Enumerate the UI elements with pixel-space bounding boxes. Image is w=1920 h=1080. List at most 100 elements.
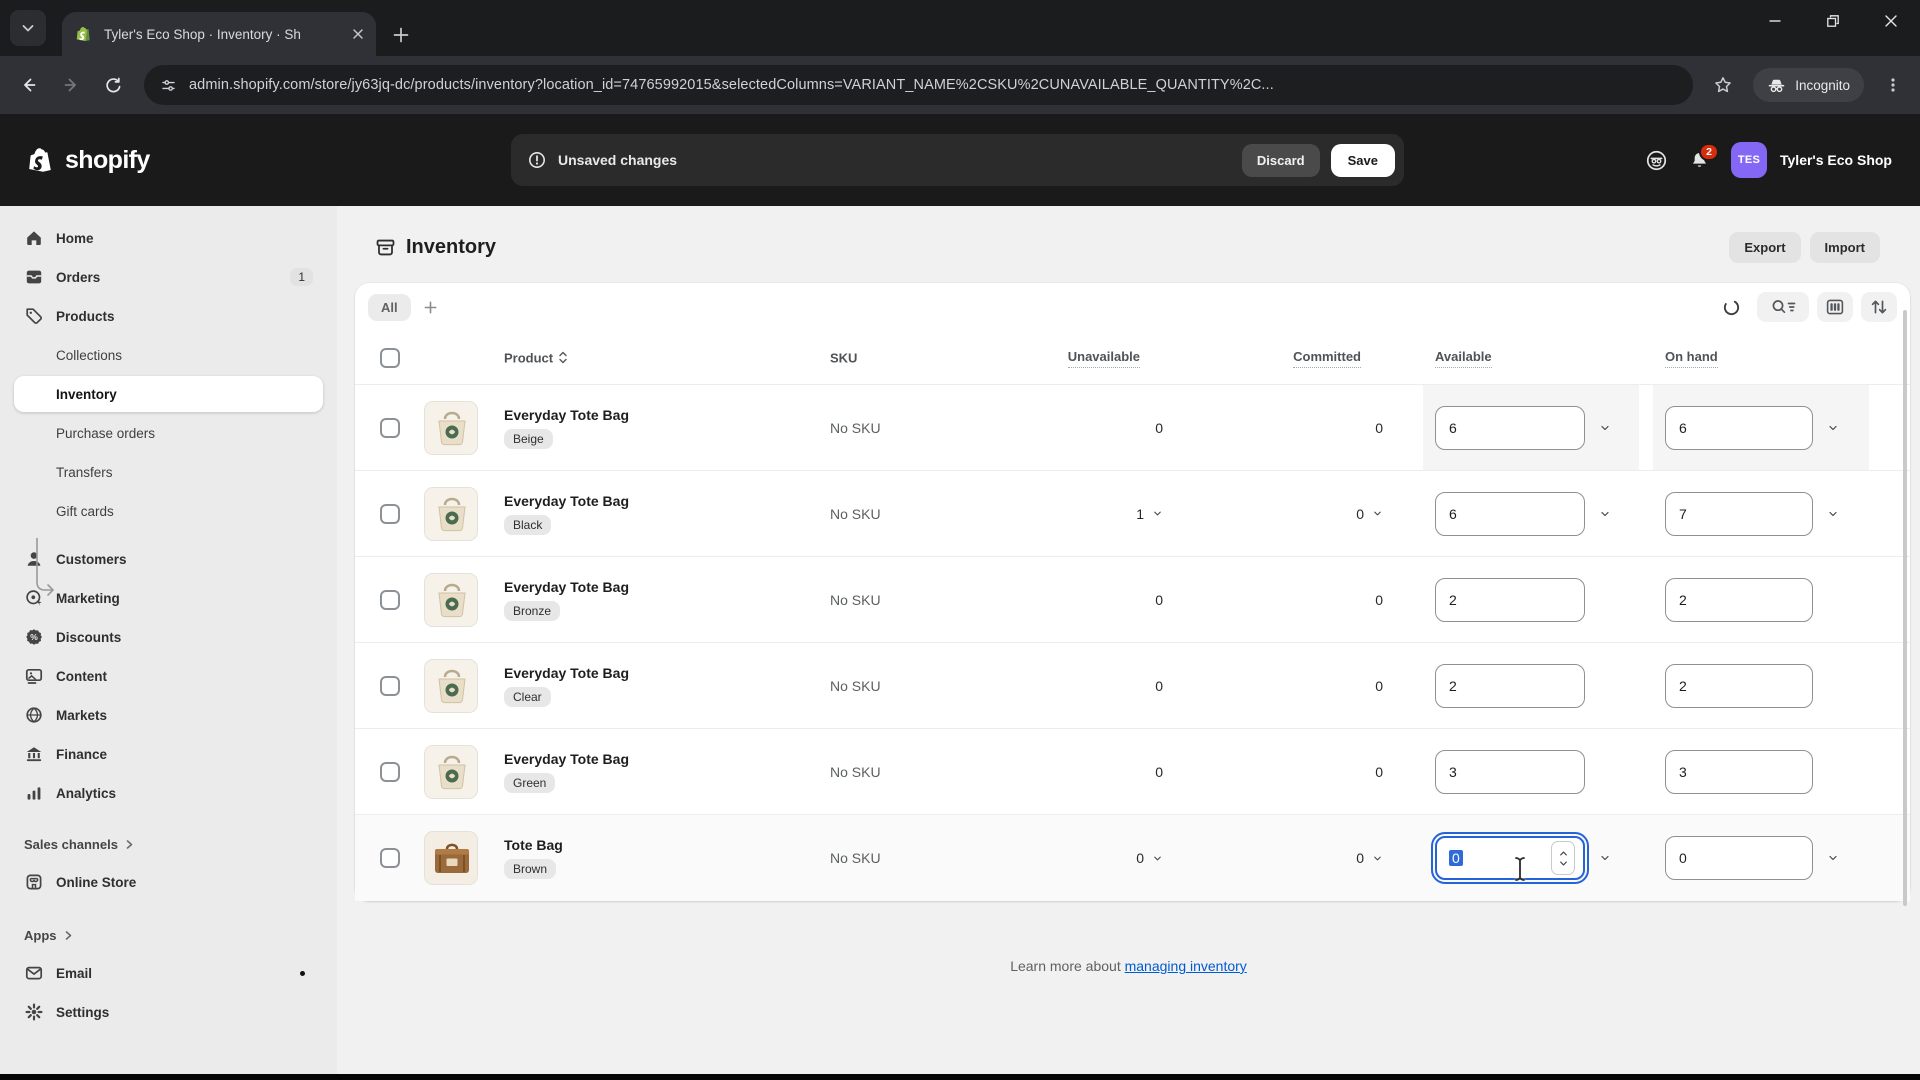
available-quantity-input[interactable]: 2 bbox=[1435, 578, 1585, 622]
sidebar-item-content[interactable]: Content bbox=[14, 658, 323, 694]
bookmark-star-icon[interactable] bbox=[1705, 67, 1741, 103]
on-hand-dropdown-icon[interactable] bbox=[1827, 508, 1839, 520]
product-name[interactable]: Everyday Tote Bag bbox=[504, 407, 804, 423]
window-minimize-button[interactable] bbox=[1746, 0, 1804, 42]
on-hand-quantity-input[interactable]: 7 bbox=[1665, 492, 1813, 536]
url-text[interactable]: admin.shopify.com/store/jy63jq-dc/produc… bbox=[189, 77, 1274, 93]
site-info-icon[interactable] bbox=[160, 77, 177, 94]
on-hand-quantity-input[interactable]: 2 bbox=[1665, 664, 1813, 708]
column-header-product[interactable]: Product bbox=[504, 350, 553, 365]
available-quantity-input[interactable]: 3 bbox=[1435, 750, 1585, 794]
tab-search-button[interactable] bbox=[10, 10, 46, 46]
committed-dropdown-icon[interactable] bbox=[1372, 853, 1383, 864]
row-checkbox[interactable] bbox=[380, 504, 400, 524]
save-button[interactable]: Save bbox=[1331, 144, 1395, 177]
product-name[interactable]: Everyday Tote Bag bbox=[504, 579, 804, 595]
sidebar-item-home[interactable]: Home bbox=[14, 220, 323, 256]
on-hand-quantity-input[interactable]: 0 bbox=[1665, 836, 1813, 880]
export-button[interactable]: Export bbox=[1729, 232, 1800, 263]
product-thumbnail[interactable] bbox=[424, 831, 478, 885]
product-name[interactable]: Tote Bag bbox=[504, 837, 804, 853]
row-checkbox[interactable] bbox=[380, 676, 400, 696]
product-name[interactable]: Everyday Tote Bag bbox=[504, 751, 804, 767]
columns-button[interactable] bbox=[1817, 292, 1853, 322]
sidebar-item-orders[interactable]: Orders 1 bbox=[14, 259, 323, 295]
on-hand-dropdown-icon[interactable] bbox=[1827, 852, 1839, 864]
on-hand-dropdown-icon[interactable] bbox=[1827, 422, 1839, 434]
sidebar-item-products[interactable]: Products bbox=[14, 298, 323, 334]
tab-close-icon[interactable] bbox=[350, 26, 366, 42]
sidebar-item-finance[interactable]: Finance bbox=[14, 736, 323, 772]
available-quantity-input[interactable]: 2 bbox=[1435, 664, 1585, 708]
shopify-logo[interactable]: shopify bbox=[28, 145, 150, 175]
loading-spinner-icon bbox=[1722, 298, 1741, 317]
on-hand-quantity-input[interactable]: 3 bbox=[1665, 750, 1813, 794]
sidebar-item-gift-cards[interactable]: Gift cards bbox=[14, 493, 323, 529]
available-dropdown-icon[interactable] bbox=[1599, 422, 1611, 434]
browser-tab[interactable]: Tyler's Eco Shop · Inventory · Sh bbox=[62, 12, 376, 56]
product-thumbnail[interactable] bbox=[424, 745, 478, 799]
reload-button[interactable] bbox=[94, 66, 132, 104]
row-checkbox[interactable] bbox=[380, 418, 400, 438]
select-all-checkbox[interactable] bbox=[380, 348, 400, 368]
column-header-sku[interactable]: SKU bbox=[830, 350, 857, 365]
new-tab-button[interactable] bbox=[392, 26, 410, 44]
browser-menu-icon[interactable] bbox=[1876, 77, 1910, 93]
sidebar-item-inventory[interactable]: Inventory bbox=[14, 376, 323, 412]
add-view-button[interactable] bbox=[423, 300, 438, 315]
product-thumbnail[interactable] bbox=[424, 487, 478, 541]
column-header-committed[interactable]: Committed bbox=[1293, 349, 1361, 368]
sidebar-item-markets[interactable]: Markets bbox=[14, 697, 323, 733]
sort-button[interactable] bbox=[1861, 292, 1897, 322]
forward-button[interactable] bbox=[52, 66, 90, 104]
row-checkbox[interactable] bbox=[380, 848, 400, 868]
sidebar-item-analytics[interactable]: Analytics bbox=[14, 775, 323, 811]
sidebar-item-customers[interactable]: Customers bbox=[14, 541, 323, 577]
url-bar[interactable]: admin.shopify.com/store/jy63jq-dc/produc… bbox=[144, 65, 1693, 105]
search-filter-button[interactable] bbox=[1757, 292, 1809, 322]
available-dropdown-icon[interactable] bbox=[1599, 508, 1611, 520]
sidebar-item-settings[interactable]: Settings bbox=[14, 994, 323, 1030]
scrollbar-thumb[interactable] bbox=[1903, 310, 1907, 906]
available-quantity-input[interactable]: 6 bbox=[1435, 406, 1585, 450]
discard-button[interactable]: Discard bbox=[1242, 144, 1320, 177]
window-restore-button[interactable] bbox=[1804, 0, 1862, 42]
sidebar-item-collections[interactable]: Collections bbox=[14, 337, 323, 373]
import-button[interactable]: Import bbox=[1810, 232, 1880, 263]
sidebar-item-transfers[interactable]: Transfers bbox=[14, 454, 323, 490]
sidebar-item-email[interactable]: Email bbox=[14, 955, 323, 991]
quantity-stepper[interactable] bbox=[1551, 841, 1575, 875]
sidebar-section-sales-channels[interactable]: Sales channels bbox=[14, 827, 323, 861]
available-dropdown-icon[interactable] bbox=[1599, 852, 1611, 864]
tab-all[interactable]: All bbox=[368, 294, 411, 321]
committed-dropdown-icon[interactable] bbox=[1372, 508, 1383, 519]
shop-name[interactable]: Tyler's Eco Shop bbox=[1780, 152, 1892, 168]
available-quantity-input[interactable]: 0 bbox=[1435, 836, 1585, 880]
product-thumbnail[interactable] bbox=[424, 573, 478, 627]
column-header-unavailable[interactable]: Unavailable bbox=[1068, 349, 1140, 368]
column-header-on-hand[interactable]: On hand bbox=[1665, 349, 1718, 368]
unavailable-dropdown-icon[interactable] bbox=[1152, 853, 1163, 864]
sidebar-item-online-store[interactable]: Online Store bbox=[14, 864, 323, 900]
back-button[interactable] bbox=[10, 66, 48, 104]
product-name[interactable]: Everyday Tote Bag bbox=[504, 665, 804, 681]
product-thumbnail[interactable] bbox=[424, 659, 478, 713]
product-thumbnail[interactable] bbox=[424, 401, 478, 455]
avatar[interactable]: TES bbox=[1731, 142, 1767, 178]
row-checkbox[interactable] bbox=[380, 762, 400, 782]
available-quantity-input[interactable]: 6 bbox=[1435, 492, 1585, 536]
unavailable-dropdown-icon[interactable] bbox=[1152, 508, 1163, 519]
sidebar-item-purchase-orders[interactable]: Purchase orders bbox=[14, 415, 323, 451]
sort-carets-icon[interactable] bbox=[558, 351, 568, 365]
column-header-available[interactable]: Available bbox=[1435, 349, 1492, 368]
on-hand-quantity-input[interactable]: 2 bbox=[1665, 578, 1813, 622]
window-close-button[interactable] bbox=[1862, 0, 1920, 42]
sidebar-item-marketing[interactable]: Marketing bbox=[14, 580, 323, 616]
managing-inventory-link[interactable]: managing inventory bbox=[1125, 958, 1247, 974]
sidebar-item-discounts[interactable]: % Discounts bbox=[14, 619, 323, 655]
notifications-bell-icon[interactable]: 2 bbox=[1689, 150, 1710, 171]
product-name[interactable]: Everyday Tote Bag bbox=[504, 493, 804, 509]
row-checkbox[interactable] bbox=[380, 590, 400, 610]
sidebar-section-apps[interactable]: Apps bbox=[14, 918, 323, 952]
on-hand-quantity-input[interactable]: 6 bbox=[1665, 406, 1813, 450]
